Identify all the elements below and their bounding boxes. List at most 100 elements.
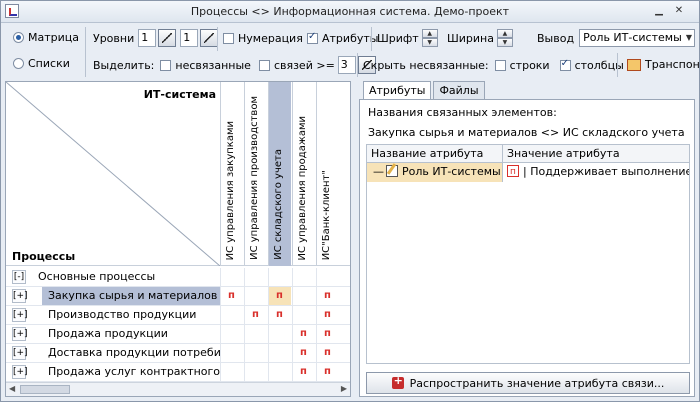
rows-checkbox[interactable] [494, 60, 506, 71]
table-row[interactable]: [-] Основные процессы [6, 268, 350, 287]
expand-toggle-icon[interactable]: [+] [12, 365, 28, 379]
table-row[interactable]: [+] Продажа услуг контрактного произ... п п [6, 363, 350, 382]
expand-toggle-icon[interactable]: [-] [12, 270, 26, 284]
matrix-cell[interactable] [220, 268, 243, 286]
scroll-left-icon[interactable]: ◀ [9, 384, 15, 393]
matrix-cell[interactable] [268, 344, 291, 362]
links-input[interactable]: 3 [337, 56, 356, 74]
link-mark: п [252, 309, 259, 320]
width-updown[interactable]: ▲ ▼ [496, 29, 513, 47]
checkbox-icon[interactable] [307, 31, 318, 44]
levels-input-1[interactable]: 1 [138, 29, 157, 47]
matrix-column-header[interactable]: ИС складского учета [268, 82, 291, 266]
matrix-cell[interactable] [268, 325, 291, 343]
minimize-icon[interactable]: ▁ [651, 4, 667, 18]
tab-files[interactable]: Файлы [433, 81, 485, 99]
table-row[interactable]: [+] Производство продукции п п п [6, 306, 350, 325]
link-mark: п [324, 328, 331, 339]
row-label: Основные процессы [38, 270, 156, 283]
attribute-name-cell[interactable]: — Роль ИТ-системы [367, 163, 503, 182]
matrix-cell[interactable] [292, 306, 315, 324]
table-row[interactable]: [+] Продажа продукции п п [6, 325, 350, 344]
matrix-cell[interactable]: п [292, 363, 315, 381]
unlinked-checkbox[interactable] [160, 59, 172, 71]
expand-toggle-icon[interactable]: [+] [12, 289, 28, 303]
links-checkbox[interactable] [258, 59, 270, 71]
highlight-control: Выделить: несвязанные связей >= 3 [93, 56, 376, 74]
matrix-cell[interactable] [220, 306, 243, 324]
table-row[interactable]: [+] Доставка продукции потребителям п п [6, 344, 350, 363]
transpose-label: Транспон [645, 58, 700, 71]
matrix-cell[interactable]: п [316, 306, 339, 324]
scrollbar-thumb[interactable] [20, 385, 70, 394]
matrix-cell[interactable]: п [244, 306, 267, 324]
matrix-cell[interactable] [268, 268, 291, 286]
matrix-cell[interactable]: п [268, 287, 291, 305]
link-mark: п [324, 366, 331, 377]
row-label: Продажа услуг контрактного произ... [48, 365, 220, 378]
matrix-cell[interactable]: п [316, 287, 339, 305]
attributes-checkbox[interactable]: Атрибуты [307, 31, 378, 45]
matrix-column-header[interactable]: ИС управления закупками [220, 82, 243, 266]
cols-checkbox[interactable] [559, 58, 571, 71]
matrix-cell[interactable]: п [292, 344, 315, 362]
font-updown[interactable]: ▲ ▼ [421, 29, 438, 47]
table-row[interactable]: [+] Закупка сырья и материалов п п п [6, 287, 350, 306]
mode-lists-option[interactable]: Списки [13, 57, 70, 70]
width-up-icon[interactable]: ▲ [496, 29, 513, 38]
matrix-cell[interactable] [220, 344, 243, 362]
matrix-cell[interactable] [268, 363, 291, 381]
font-up-icon[interactable]: ▲ [421, 29, 438, 38]
matrix-cell[interactable] [244, 325, 267, 343]
mode-matrix-option[interactable]: Матрица [13, 31, 79, 44]
checkbox-icon[interactable] [223, 33, 234, 44]
links-label: связей >= [273, 58, 335, 72]
close-icon[interactable]: ✕ [671, 4, 687, 18]
app-window: Процессы <> Информационная система. Демо… [0, 0, 700, 402]
divider [217, 27, 218, 51]
expand-toggle-icon[interactable]: [+] [12, 308, 28, 322]
matrix-cell[interactable]: п [268, 306, 291, 324]
font-down-icon[interactable]: ▼ [421, 38, 438, 47]
tab-attributes[interactable]: Атрибуты [363, 81, 432, 99]
radio-icon[interactable] [13, 32, 24, 43]
matrix-cell[interactable] [244, 287, 267, 305]
levels-input-2[interactable]: 1 [180, 29, 199, 47]
matrix-cell[interactable]: п [316, 344, 339, 362]
matrix-column-header[interactable]: ИС управления продажами [292, 82, 315, 266]
attributes-tab-body: Названия связанных элементов: Закупка сы… [359, 99, 695, 397]
attribute-value-cell[interactable]: | Поддерживает выполнение [503, 163, 689, 182]
levels-spin-button-2[interactable] [200, 29, 219, 47]
transpose-button[interactable]: Транспон [627, 58, 700, 71]
apply-attribute-button[interactable]: Распространить значение атрибута связи..… [366, 372, 690, 394]
numbering-checkbox[interactable]: Нумерация [223, 32, 303, 45]
matrix-cell[interactable] [220, 325, 243, 343]
chevron-down-icon[interactable]: ▼ [686, 30, 692, 46]
matrix-cell[interactable] [292, 268, 315, 286]
matrix-cell[interactable] [316, 268, 339, 286]
output-select[interactable]: Роль ИТ-системы ▼ [579, 29, 696, 47]
matrix-cell[interactable]: п [292, 325, 315, 343]
matrix-cell[interactable]: п [220, 287, 243, 305]
matrix-cell[interactable] [220, 363, 243, 381]
matrix-cell[interactable] [292, 287, 315, 305]
hide-unlinked-label: Скрыть несвязанные: [363, 59, 489, 72]
link-mark: п [324, 309, 331, 320]
linked-elements-value: Закупка сырья и материалов <> ИС складск… [368, 126, 685, 139]
levels-spin-button-1[interactable] [158, 29, 177, 47]
expand-toggle-icon[interactable]: [+] [12, 327, 28, 341]
matrix-cell[interactable] [244, 363, 267, 381]
matrix-column-header[interactable]: ИС управления производством [244, 82, 267, 266]
matrix-column-header[interactable]: ИС"Банк-клиент" [316, 82, 339, 266]
horizontal-scrollbar[interactable]: ◀ ▶ [6, 382, 350, 396]
scroll-right-icon[interactable]: ▶ [341, 384, 347, 393]
matrix-cell[interactable] [244, 268, 267, 286]
expand-toggle-icon[interactable]: [+] [12, 346, 28, 360]
matrix-cell[interactable]: п [316, 325, 339, 343]
font-label: Шрифт [377, 31, 419, 45]
radio-icon[interactable] [13, 58, 24, 69]
width-down-icon[interactable]: ▼ [496, 38, 513, 47]
grid-row[interactable]: — Роль ИТ-системы | Поддерживает выполнен… [367, 163, 689, 182]
matrix-cell[interactable]: п [316, 363, 339, 381]
matrix-cell[interactable] [244, 344, 267, 362]
